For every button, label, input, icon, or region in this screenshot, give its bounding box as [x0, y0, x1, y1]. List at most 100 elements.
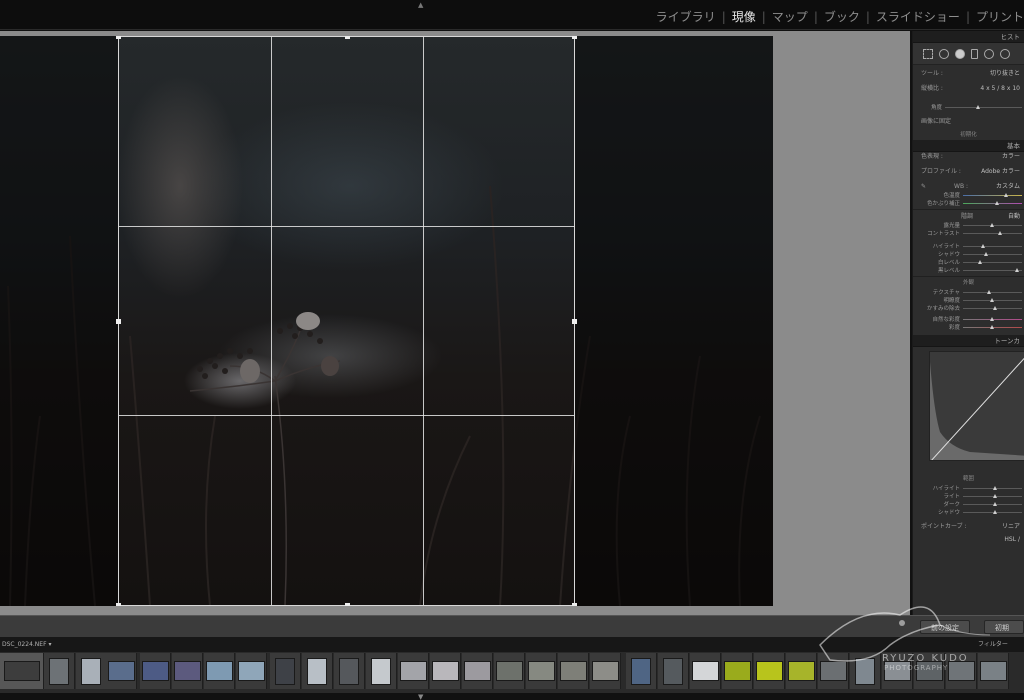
aspect-select[interactable]: 4 x 5 / 8 x 10	[980, 84, 1020, 93]
tint-slider[interactable]: 色かぶり補正	[913, 199, 1024, 207]
tone-curve-panel-header[interactable]: トーンカ	[913, 335, 1024, 347]
module-print[interactable]: プリント	[976, 8, 1024, 25]
spot-removal-icon[interactable]	[939, 48, 949, 59]
filmstrip-thumb[interactable]	[978, 653, 1009, 689]
module-slideshow[interactable]: スライドショー	[876, 8, 960, 25]
filmstrip-thumb[interactable]	[172, 653, 203, 689]
dehaze-slider[interactable]: かすみの除去	[913, 304, 1024, 312]
histogram-panel-header[interactable]: ヒスト	[913, 31, 1024, 43]
filmstrip-thumb[interactable]	[786, 653, 817, 689]
filmstrip-thumb[interactable]	[270, 653, 301, 689]
crop-handle-bottom-left[interactable]	[116, 603, 121, 606]
whites-slider[interactable]: 白レベル	[913, 258, 1024, 266]
filmstrip-thumb[interactable]	[76, 653, 107, 689]
crop-tool-icon[interactable]	[923, 48, 933, 59]
curve-lights-slider[interactable]: ライト	[913, 492, 1024, 500]
filmstrip-thumb[interactable]	[366, 653, 397, 689]
photo-preview[interactable]	[0, 36, 773, 606]
filmstrip-thumb[interactable]	[334, 653, 365, 689]
treatment-value[interactable]: カラー	[1002, 152, 1020, 161]
graduated-filter-icon[interactable]	[971, 48, 978, 59]
wb-select[interactable]: カスタム	[996, 182, 1020, 191]
wb-eyedropper-icon[interactable]: ✎	[921, 182, 926, 191]
collapse-bottom-panel-icon[interactable]: ▼	[418, 693, 423, 700]
contrast-slider[interactable]: コントラスト	[913, 229, 1024, 237]
hsl-row[interactable]: HSL /	[913, 535, 1024, 544]
filmstrip-thumb[interactable]	[946, 653, 977, 689]
collapse-top-panel-icon[interactable]: ▲	[418, 1, 423, 9]
filmstrip-thumb[interactable]	[140, 653, 171, 689]
crop-handle-top[interactable]	[345, 36, 350, 39]
temp-slider[interactable]: 色温度	[913, 191, 1024, 199]
vibrance-label: 自然な彩度	[932, 317, 960, 323]
tone-header: 階調	[961, 213, 974, 220]
filmstrip-thumb[interactable]	[236, 653, 267, 689]
highlights-slider[interactable]: ハイライト	[913, 242, 1024, 250]
curve-darks-slider[interactable]: ダーク	[913, 500, 1024, 508]
module-book[interactable]: ブック	[824, 8, 860, 25]
previous-settings-button[interactable]: 前の設定	[920, 620, 970, 634]
crop-handle-left[interactable]	[116, 319, 121, 324]
adjustment-brush-icon[interactable]	[1000, 48, 1010, 59]
filmstrip-thumb[interactable]	[430, 653, 461, 689]
crop-reset-button[interactable]: 初期化	[913, 130, 1024, 140]
angle-slider[interactable]: 角度	[913, 103, 1024, 111]
saturation-slider[interactable]: 彩度	[913, 323, 1024, 331]
crop-handle-right[interactable]	[572, 319, 577, 324]
tone-auto-button[interactable]: 自動	[1008, 212, 1020, 221]
filmstrip-thumb[interactable]	[658, 653, 689, 689]
texture-slider[interactable]: テクスチャ	[913, 288, 1024, 296]
clarity-slider[interactable]: 明瞭度	[913, 296, 1024, 304]
filmstrip-thumb[interactable]	[398, 653, 429, 689]
constrain-row[interactable]: 画像に固定	[913, 117, 1024, 126]
filmstrip-thumb[interactable]	[850, 653, 881, 689]
crop-handle-bottom[interactable]	[345, 603, 350, 606]
crop-frame[interactable]	[116, 36, 577, 606]
module-library[interactable]: ライブラリ	[656, 8, 716, 25]
reset-button[interactable]: 初期化	[984, 620, 1024, 646]
filmstrip-thumb[interactable]	[722, 653, 753, 689]
basic-panel-header[interactable]: 基本	[913, 140, 1024, 152]
crop-handle-bottom-right[interactable]	[572, 603, 577, 606]
module-separator: |	[865, 9, 870, 24]
filmstrip-thumb[interactable]	[0, 653, 44, 689]
blacks-slider[interactable]: 黒レベル	[913, 266, 1024, 274]
crop-handle-top-right[interactable]	[572, 36, 577, 39]
crop-handle-top-left[interactable]	[116, 36, 121, 39]
filmstrip-thumb[interactable]	[558, 653, 589, 689]
filmstrip-thumb[interactable]	[106, 653, 137, 689]
profile-select[interactable]: Adobe カラー	[981, 167, 1020, 176]
vibrance-slider[interactable]: 自然な彩度	[913, 315, 1024, 323]
crop-mask-right	[575, 36, 773, 606]
filmstrip-thumb[interactable]	[818, 653, 849, 689]
module-develop[interactable]: 現像	[732, 8, 756, 25]
filmstrip-thumb[interactable]	[462, 653, 493, 689]
filmstrip-thumb[interactable]	[204, 653, 235, 689]
hsl-panel-header[interactable]: HSL /	[1004, 535, 1020, 544]
red-eye-icon[interactable]	[955, 48, 965, 59]
filmstrip-filter-label[interactable]: フィルター	[978, 637, 1008, 652]
exposure-slider[interactable]: 露光量	[913, 221, 1024, 229]
filmstrip-thumb[interactable]	[754, 653, 785, 689]
curve-highlights-slider[interactable]: ハイライト	[913, 484, 1024, 492]
radial-filter-icon[interactable]	[984, 48, 994, 59]
filmstrip-thumb[interactable]	[690, 653, 721, 689]
current-filename[interactable]: DSC_0224.NEF	[2, 641, 47, 648]
filmstrip-thumb[interactable]	[44, 653, 75, 689]
filmstrip-thumb[interactable]	[494, 653, 525, 689]
filename-dropdown-icon[interactable]: ▾	[48, 641, 51, 648]
module-map[interactable]: マップ	[772, 8, 808, 25]
filmstrip-thumb[interactable]	[590, 653, 621, 689]
filmstrip-thumb[interactable]	[626, 653, 657, 689]
filmstrip-thumb[interactable]	[882, 653, 913, 689]
tone-curve-graph[interactable]	[929, 351, 1024, 461]
filmstrip-thumb[interactable]	[914, 653, 945, 689]
curve-shadows-slider[interactable]: シャドウ	[913, 508, 1024, 516]
filmstrip-thumb[interactable]	[302, 653, 333, 689]
constrain-checkbox-label[interactable]: 画像に固定	[921, 117, 951, 126]
filmstrip-thumb[interactable]	[526, 653, 557, 689]
treatment-label: 色表現 :	[921, 153, 943, 160]
point-curve-select[interactable]: リニア	[1002, 522, 1020, 531]
module-separator: |	[813, 9, 818, 24]
shadows-slider[interactable]: シャドウ	[913, 250, 1024, 258]
